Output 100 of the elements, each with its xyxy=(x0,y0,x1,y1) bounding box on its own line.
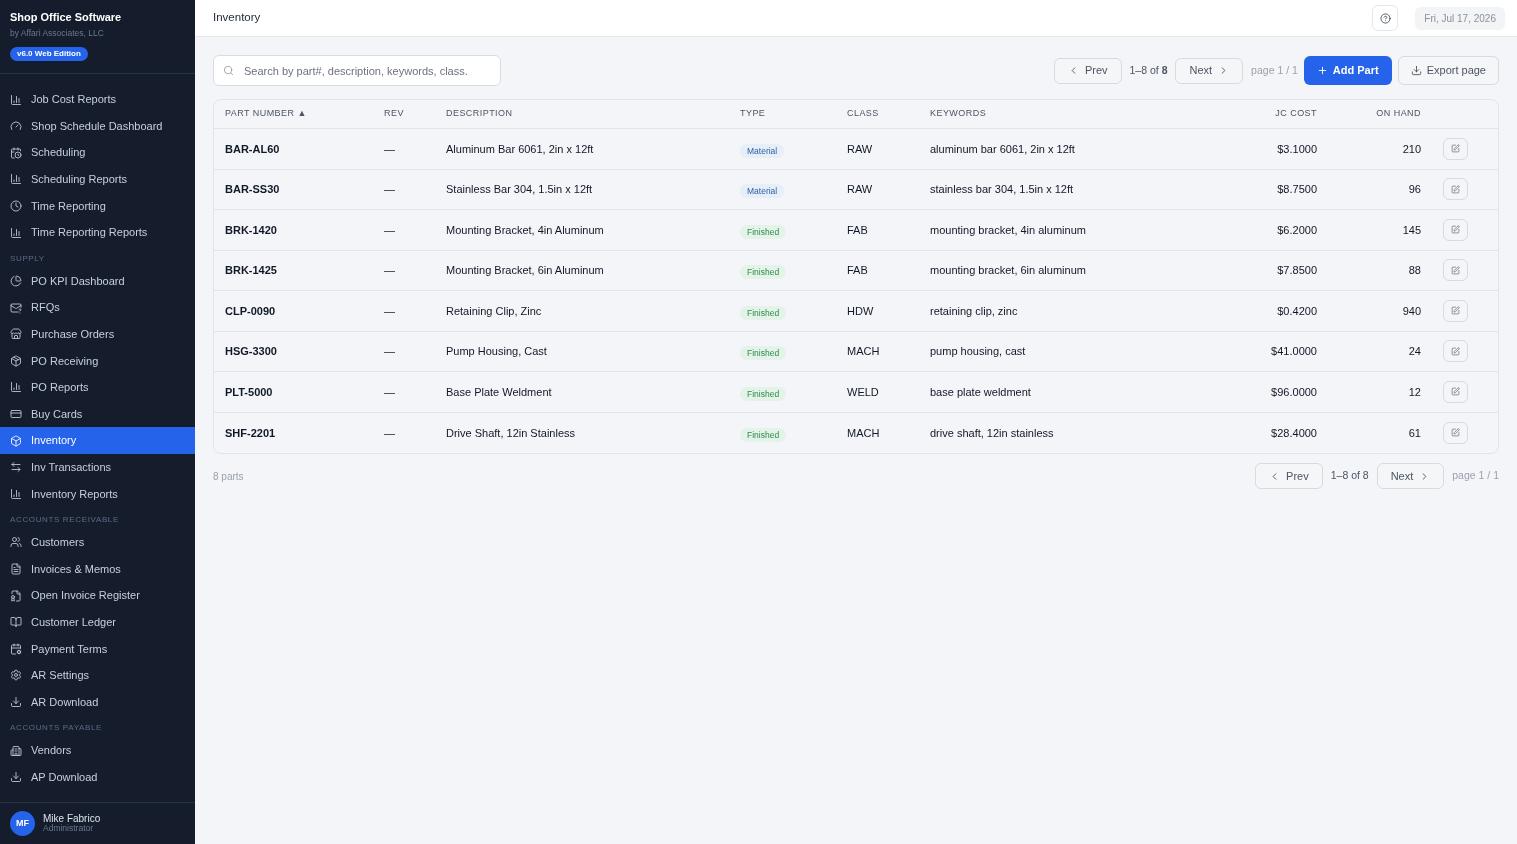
keywords-cell-text: mounting bracket, 6in aluminum xyxy=(930,263,1087,278)
parts-count: 8 parts xyxy=(213,469,244,484)
type-tag: Finished xyxy=(740,305,787,320)
sidebar-heading: SUPPLY xyxy=(10,253,46,264)
edit-button[interactable] xyxy=(1443,340,1468,363)
user-name: Mike Fabrico xyxy=(43,812,101,824)
bar-chart-icon xyxy=(10,173,22,186)
keywords-cell-text: retaining clip, zinc xyxy=(930,303,1019,319)
rev-cell-text: — xyxy=(384,384,396,400)
edit-button[interactable] xyxy=(1443,137,1468,160)
sidebar-item[interactable]: PO KPI Dashboard xyxy=(0,267,195,295)
description-cell-text: Pump Housing, Cast xyxy=(446,344,548,359)
keywords-cell-text: pump housing, cast xyxy=(930,344,1027,359)
next-button[interactable]: Next xyxy=(1376,463,1445,489)
help-icon xyxy=(1379,12,1391,24)
add-part-button[interactable]: Add Part xyxy=(1303,56,1392,85)
download-icon xyxy=(10,696,22,708)
calendar-icon xyxy=(10,642,22,655)
cost-cell-text: $41.0000 xyxy=(1270,344,1317,359)
sidebar-item[interactable]: AR Settings xyxy=(0,662,195,689)
prev-button[interactable]: Prev xyxy=(1255,463,1323,489)
card-icon xyxy=(10,408,22,421)
prev-button[interactable]: Prev xyxy=(1053,57,1122,84)
bar-chart-icon xyxy=(10,487,22,500)
page-indicator: page 1 / 1 xyxy=(1251,62,1298,78)
sidebar-item[interactable]: RFQs xyxy=(0,294,195,321)
sidebar-item[interactable]: Inv Transactions xyxy=(0,453,195,481)
edit-button[interactable] xyxy=(1443,299,1468,322)
user-avatar[interactable]: MF xyxy=(10,811,35,836)
on-hand-cell-text: 88 xyxy=(1407,263,1421,278)
package-icon xyxy=(10,354,22,367)
sidebar-heading: ACCOUNTS PAYABLE xyxy=(10,723,104,734)
app-subtitle: by Affari Associates, LLC xyxy=(10,26,105,40)
column-header: JC COST xyxy=(1274,107,1317,121)
sidebar-item[interactable]: Job Cost Reports xyxy=(0,86,195,113)
column-header[interactable]: PART NUMBER ▲ xyxy=(225,107,384,121)
sidebar-item[interactable]: Inventory xyxy=(0,427,195,454)
cost-cell-text: $28.4000 xyxy=(1270,425,1317,441)
cost-cell-text: $7.8500 xyxy=(1276,263,1317,278)
sidebar-item[interactable]: Buy Cards xyxy=(0,400,195,428)
part-number-cell-text: BAR-AL60 xyxy=(225,141,281,157)
sidebar-item[interactable]: Customer Ledger xyxy=(0,608,195,636)
part-number-cell-text: BRK-1420 xyxy=(225,222,278,238)
column-header: CLASS xyxy=(847,107,880,121)
help-button[interactable] xyxy=(1372,5,1399,31)
sidebar-item[interactable]: Customers xyxy=(0,529,195,556)
plus-icon xyxy=(1316,65,1328,76)
book-icon xyxy=(10,616,22,629)
search-field[interactable]: Search by part#, description, keywords, class. xyxy=(213,55,501,86)
sidebar-item[interactable]: Time Reporting Reports xyxy=(0,219,195,246)
keywords-cell-text: base plate weldment xyxy=(930,384,1032,400)
part-number-cell-text: BAR-SS30 xyxy=(225,182,281,197)
sidebar-item[interactable]: Shop Schedule Dashboard xyxy=(0,112,195,140)
download-icon xyxy=(10,771,22,784)
sidebar-item[interactable]: Scheduling xyxy=(0,139,195,167)
sidebar-item[interactable]: Time Reporting xyxy=(0,192,195,220)
edit-icon xyxy=(1451,225,1460,235)
edit-icon xyxy=(1451,306,1460,316)
users-icon xyxy=(10,536,22,549)
sidebar-item[interactable]: Vendors xyxy=(0,737,195,764)
on-hand-cell-text: 940 xyxy=(1401,303,1421,319)
column-header: ON HAND xyxy=(1375,107,1421,121)
type-tag: Finished xyxy=(740,386,787,401)
description-cell-text: Base Plate Weldment xyxy=(446,384,553,400)
edit-button[interactable] xyxy=(1443,259,1468,282)
part-number-cell-text: BRK-1425 xyxy=(225,263,278,278)
description-cell-text: Stainless Bar 304, 1.5in x 12ft xyxy=(446,182,594,197)
description-cell-text: Aluminum Bar 6061, 2in x 12ft xyxy=(446,141,595,157)
page-range: 1–8 of 8 xyxy=(1129,62,1168,78)
edit-button[interactable] xyxy=(1443,421,1468,444)
export-button[interactable]: Export page xyxy=(1397,56,1499,85)
part-number-cell-text: PLT-5000 xyxy=(225,384,274,400)
edit-icon xyxy=(1451,265,1460,275)
rev-cell-text: — xyxy=(384,303,396,319)
class-cell-text: HDW xyxy=(847,303,875,319)
sidebar-item[interactable]: PO Receiving xyxy=(0,347,195,375)
cost-cell-text: $3.1000 xyxy=(1276,141,1317,157)
part-number-cell-text: HSG-3300 xyxy=(225,344,278,359)
sidebar-item[interactable]: Scheduling Reports xyxy=(0,166,195,193)
type-tag: Finished xyxy=(740,265,787,280)
cost-cell-text: $6.2000 xyxy=(1276,222,1317,238)
edit-button[interactable] xyxy=(1443,380,1468,403)
sidebar-item[interactable]: PO Reports xyxy=(0,374,195,401)
keywords-cell-text: mounting bracket, 4in aluminum xyxy=(930,222,1087,238)
sidebar-item[interactable]: Open Invoice Register xyxy=(0,582,195,609)
sidebar-item[interactable]: Purchase Orders xyxy=(0,321,195,348)
bar-chart-icon xyxy=(10,226,22,239)
part-number-cell-text: CLP-0090 xyxy=(225,303,277,319)
sidebar-item[interactable]: AP Download xyxy=(0,763,195,791)
edit-button[interactable] xyxy=(1443,178,1468,201)
sidebar-item[interactable]: Inventory Reports xyxy=(0,480,195,508)
part-number-cell-text: SHF-2201 xyxy=(225,425,277,441)
download-icon xyxy=(1410,65,1422,76)
sidebar-item[interactable]: AR Download xyxy=(0,688,195,716)
rev-cell-text: — xyxy=(384,141,396,157)
next-button[interactable]: Next xyxy=(1175,57,1244,84)
sidebar-item[interactable]: Invoices & Memos xyxy=(0,555,195,583)
edit-button[interactable] xyxy=(1443,218,1468,241)
edit-icon xyxy=(1451,346,1460,356)
sidebar-item[interactable]: Payment Terms xyxy=(0,635,195,663)
